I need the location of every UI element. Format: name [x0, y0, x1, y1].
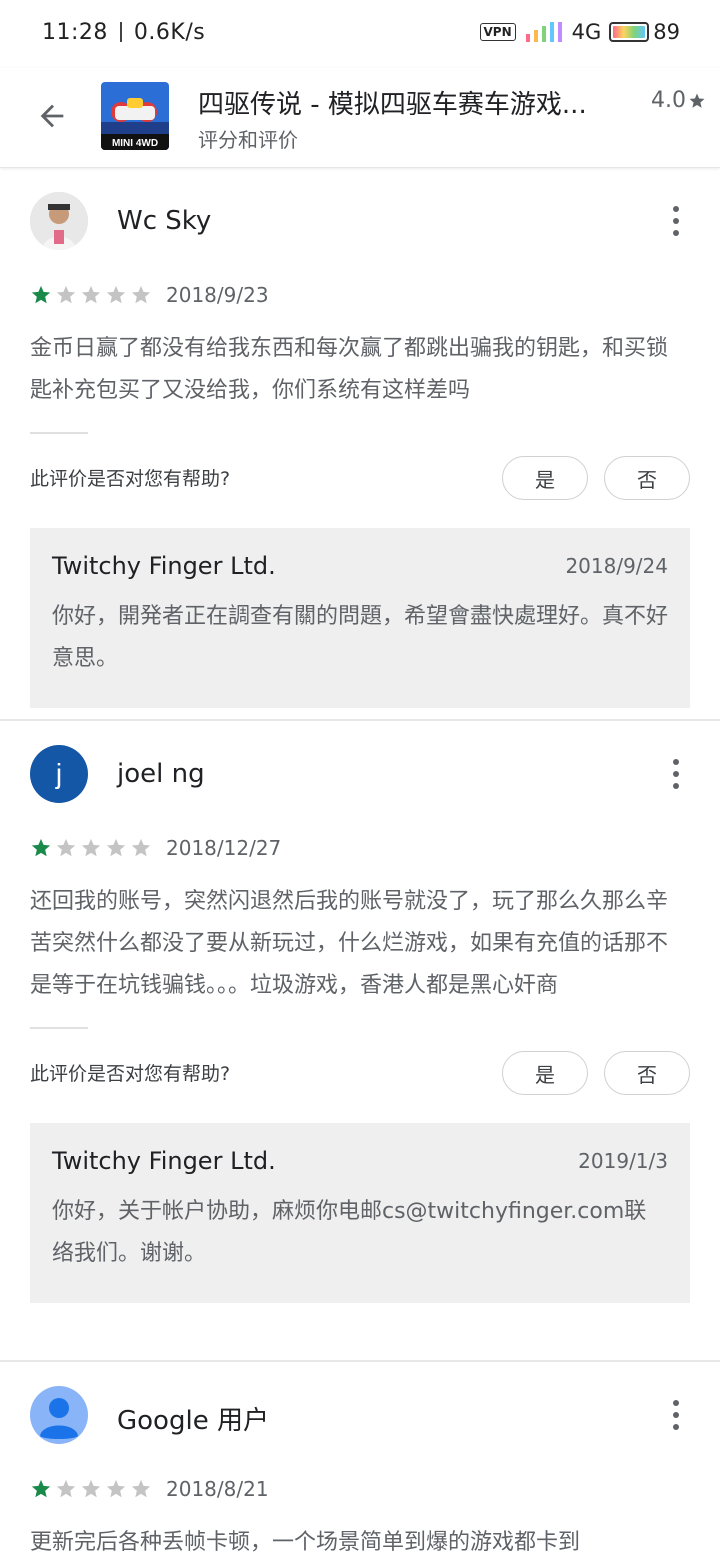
developer-reply: Twitchy Finger Ltd. 2019/1/3 你好，关于帐户协助，麻… [30, 1123, 690, 1303]
arrow-left-icon [40, 104, 64, 128]
star-filled-icon [31, 1479, 51, 1498]
developer-reply: Twitchy Finger Ltd. 2018/9/24 你好，開発者正在調查… [30, 528, 690, 708]
star-empty-icon [81, 285, 101, 304]
battery-fill [613, 26, 646, 38]
reviewer-name: Google 用户 [117, 1406, 269, 1436]
status-separator [119, 22, 122, 42]
reviewer-row: j joel ng [0, 721, 720, 829]
status-left: 11:28 0.6K/s [42, 20, 205, 45]
review-text: 更新完后各种丢帧卡顿，一个场景简单到爆的游戏都卡到 [30, 1530, 581, 1555]
app-rating: 4.0 [651, 88, 706, 113]
reply-text: 你好，開発者正在調查有關的問題，希望會盡快處理好。真不好意思。 [52, 604, 669, 671]
more-options-button[interactable] [660, 757, 692, 791]
developer-name: Twitchy Finger Ltd. [52, 552, 276, 580]
review-text: 金币日赢了都没有给我东西和每次赢了都跳出骗我的钥匙，和买锁匙补充包买了又没给我，… [30, 336, 669, 403]
reviewer-row: Google 用户 [0, 1362, 720, 1470]
helpful-no-button[interactable]: 否 [604, 1051, 690, 1095]
status-bar: 11:28 0.6K/s VPN 4G 89 [0, 0, 720, 68]
reviewer-name: Wc Sky [117, 206, 212, 236]
helpful-yes-button[interactable]: 是 [502, 456, 588, 500]
avatar: j [30, 745, 88, 803]
star-empty-icon [106, 838, 126, 857]
reviews-list: Wc Sky 2018/9/23 金币日赢了都没有给我东西和每次赢了都跳出骗我的… [0, 168, 720, 1560]
star-empty-icon [131, 1479, 151, 1498]
rating-row: 2018/9/23 [30, 276, 720, 314]
review-date: 2018/8/21 [166, 1477, 269, 1501]
developer-reply-header: Twitchy Finger Ltd. 2019/1/3 [52, 1147, 668, 1179]
star-filled-icon [31, 285, 51, 304]
rating-row: 2018/8/21 [30, 1470, 720, 1508]
app-icon[interactable]: MINI 4WD [101, 82, 169, 150]
rating-row: 2018/12/27 [30, 829, 720, 867]
reply-date: 2018/9/24 [565, 554, 668, 578]
review-date: 2018/9/23 [166, 283, 269, 307]
star-empty-icon [56, 838, 76, 857]
developer-name: Twitchy Finger Ltd. [52, 1147, 276, 1175]
app-title: 四驱传说 - 模拟四驱车赛车游戏... [198, 90, 587, 120]
avatar [30, 1386, 88, 1444]
star-empty-icon [106, 285, 126, 304]
reply-date: 2019/1/3 [578, 1149, 668, 1173]
helpful-question: 此评价是否对您有帮助? [30, 1063, 231, 1085]
review-card: j joel ng 2018/12/27 还回我的账号，突然闪退然后我的账号就没… [0, 721, 720, 1362]
status-time: 11:28 [42, 20, 108, 45]
developer-reply-header: Twitchy Finger Ltd. 2018/9/24 [52, 552, 668, 584]
review-card: Wc Sky 2018/9/23 金币日赢了都没有给我东西和每次赢了都跳出骗我的… [0, 168, 720, 721]
avatar [30, 192, 88, 250]
review-card: Google 用户 2018/8/21 更新完后各种丢帧卡顿，一个场景简单到爆的… [0, 1362, 720, 1560]
status-speed: 0.6K/s [133, 20, 206, 45]
review-text: 还回我的账号，突然闪退然后我的账号就没了，玩了那么久那么辛苦突然什么都没了要从新… [30, 889, 669, 998]
star-rating [30, 837, 152, 859]
helpful-row: 此评价是否对您有帮助? 是 否 [0, 434, 720, 522]
app-rating-value: 4.0 [651, 88, 686, 113]
status-right: VPN 4G 89 [479, 20, 680, 44]
battery-indicator: 89 [609, 20, 680, 44]
back-button[interactable] [30, 94, 74, 138]
avatar-photo [30, 192, 88, 250]
star-empty-icon [81, 838, 101, 857]
app-icon-text: MINI 4WD [112, 138, 158, 149]
helpful-row: 此评价是否对您有帮助? 是 否 [0, 1029, 720, 1117]
star-empty-icon [81, 1479, 101, 1498]
page-subtitle: 评分和评价 [198, 128, 298, 152]
vpn-badge: VPN [479, 23, 516, 41]
helpful-yes-button[interactable]: 是 [502, 1051, 588, 1095]
star-empty-icon [56, 1479, 76, 1498]
star-empty-icon [131, 285, 151, 304]
star-rating [30, 1478, 152, 1500]
star-empty-icon [56, 285, 76, 304]
helpful-question: 此评价是否对您有帮助? [30, 468, 231, 490]
review-date: 2018/12/27 [166, 836, 282, 860]
star-icon [689, 93, 705, 108]
star-rating [30, 284, 152, 306]
reviewer-name: joel ng [117, 759, 205, 789]
reply-text: 你好，关于帐户协助，麻烦你电邮cs@twitchyfinger.com联络我们。… [52, 1199, 647, 1266]
battery-icon [609, 22, 650, 42]
more-options-button[interactable] [660, 204, 692, 238]
network-type: 4G [571, 20, 602, 44]
helpful-no-button[interactable]: 否 [604, 456, 690, 500]
app-icon-image: MINI 4WD [101, 82, 169, 150]
star-empty-icon [131, 838, 151, 857]
more-options-button[interactable] [660, 1398, 692, 1432]
app-header: MINI 4WD 四驱传说 - 模拟四驱车赛车游戏... 评分和评价 4.0 [0, 68, 720, 168]
avatar-initial: j [55, 758, 63, 789]
person-icon [40, 1398, 78, 1439]
battery-level: 89 [653, 20, 680, 44]
star-filled-icon [31, 838, 51, 857]
signal-icon [525, 22, 562, 42]
reviewer-row: Wc Sky [0, 168, 720, 276]
star-empty-icon [106, 1479, 126, 1498]
